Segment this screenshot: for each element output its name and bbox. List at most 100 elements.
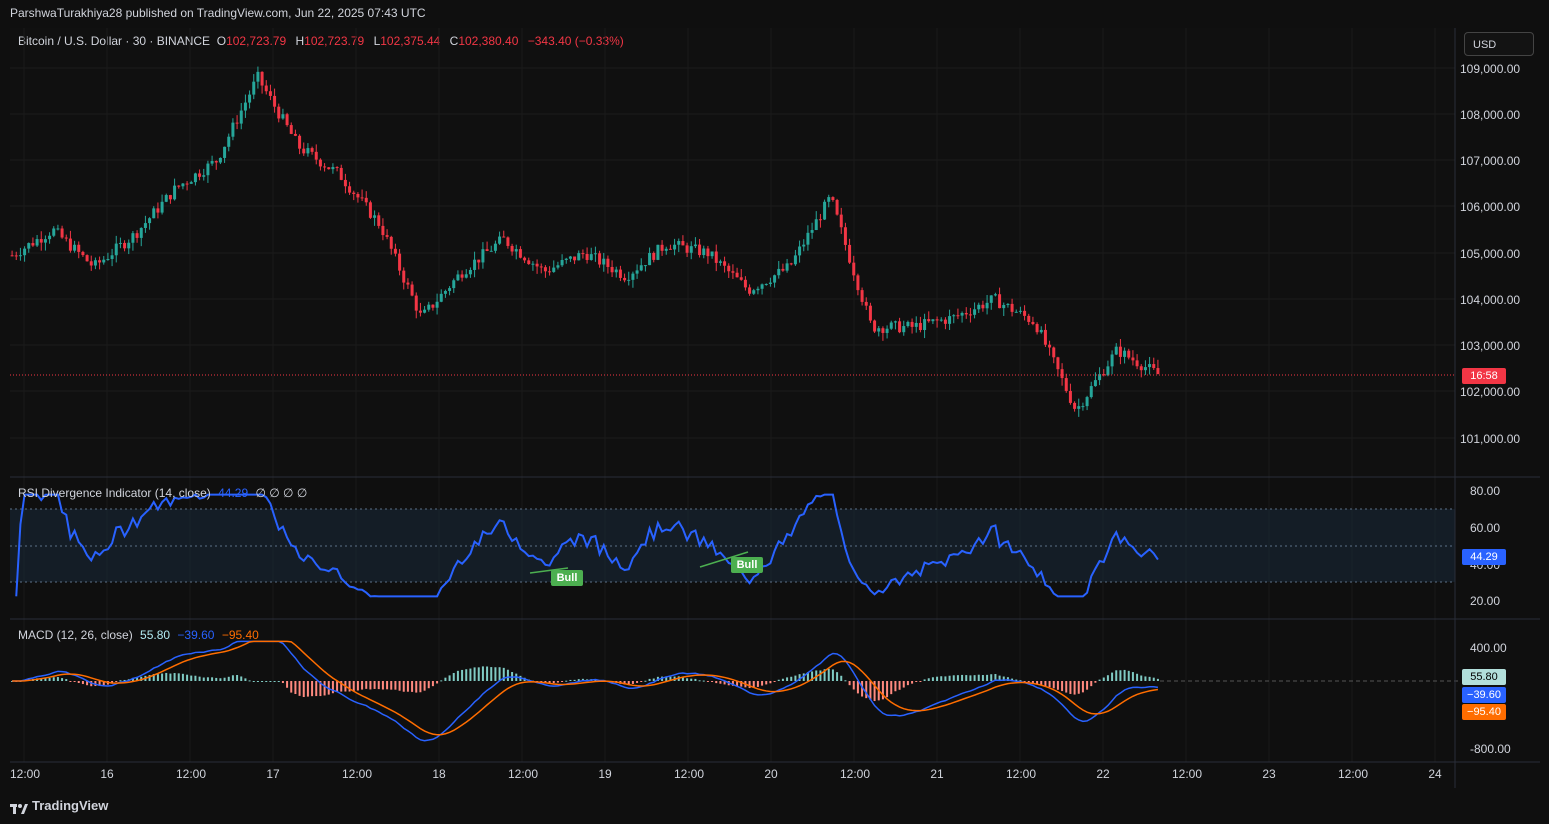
macd-hist-bar	[265, 681, 268, 682]
macd-hist-bar	[331, 681, 334, 694]
candle-body	[1077, 406, 1081, 409]
macd-hist-bar	[919, 681, 922, 682]
candle-body	[339, 167, 343, 180]
rsi-legend[interactable]: RSI Divergence Indicator (14, close) 44.…	[18, 486, 307, 500]
macd-hist-bar	[240, 676, 243, 681]
macd-hist-bar	[1115, 670, 1118, 681]
candle-body	[677, 241, 681, 245]
macd-hist-bar	[161, 673, 164, 681]
candle-body	[431, 304, 435, 308]
macd-hist-bar	[252, 681, 255, 682]
macd-hist-bar	[165, 672, 168, 681]
macd-hist-bar	[698, 680, 701, 682]
candle-body	[264, 85, 268, 92]
candle-body	[560, 259, 564, 266]
price-tick: 106,000.00	[1460, 200, 1521, 214]
candle-body	[173, 185, 177, 200]
rsi-title: RSI Divergence Indicator (14, close)	[18, 486, 211, 500]
candle-body	[568, 256, 572, 259]
rsi-value-tag: 44.29	[1462, 549, 1506, 565]
candle-body	[398, 253, 402, 271]
macd-hist-bar	[52, 677, 55, 681]
chart-canvas[interactable]	[0, 0, 1549, 824]
price-tick: 109,000.00	[1460, 62, 1521, 76]
candle-body	[1027, 315, 1031, 322]
candle-body	[48, 235, 52, 240]
candle-body	[106, 258, 110, 260]
candle-body	[206, 163, 210, 176]
candle-body	[418, 310, 422, 313]
time-tick: 12:00	[840, 767, 871, 781]
price-tick: 107,000.00	[1460, 154, 1521, 168]
candle-body	[393, 248, 397, 254]
bull-label-2: Bull	[731, 557, 763, 573]
macd-hist-bar	[965, 675, 968, 681]
tradingview-footer[interactable]: TradingView	[10, 798, 108, 814]
candle-body	[739, 277, 743, 280]
candle-body	[1048, 344, 1052, 348]
candle-body	[702, 248, 706, 256]
candle-body	[977, 304, 981, 310]
candle-body	[89, 261, 93, 266]
macd-hist-bar	[365, 681, 368, 689]
macd-hist-bar	[1156, 678, 1159, 681]
candle-body	[1089, 386, 1093, 398]
candle-body	[864, 301, 868, 306]
candle-body	[939, 319, 943, 321]
price-tick: 105,000.00	[1460, 247, 1521, 261]
candle-body	[323, 166, 327, 168]
time-tick: 12:00	[674, 767, 705, 781]
candle-body	[681, 241, 685, 246]
macd-hist-bar	[786, 677, 789, 681]
time-tick: 12:00	[176, 767, 207, 781]
signal-tag: −95.40	[1462, 704, 1506, 720]
candle-body	[589, 254, 593, 260]
macd-hist-bar	[56, 677, 59, 681]
candle-body	[31, 243, 35, 246]
time-tick: 18	[432, 767, 446, 781]
candle-body	[706, 248, 710, 257]
macd-hist-bar	[186, 674, 189, 681]
candle-body	[893, 321, 897, 323]
candle-body	[73, 244, 77, 251]
candle-body	[43, 239, 47, 243]
countdown-tag: 16:58	[1462, 368, 1506, 384]
macd-hist-bar	[1069, 681, 1072, 694]
macd-hist-bar	[1040, 681, 1043, 685]
time-tick: 20	[764, 767, 778, 781]
macd-hist-bar	[369, 681, 372, 690]
macd-hist-bar	[456, 670, 459, 681]
candle-body	[635, 270, 639, 274]
candle-body	[168, 195, 172, 200]
time-tick: 16	[100, 767, 114, 781]
macd-hist-bar	[886, 681, 889, 698]
macd-hist-bar	[931, 677, 934, 681]
candle-body	[348, 186, 352, 193]
macd-hist-bar	[48, 677, 51, 681]
rsi-tick: 80.00	[1470, 484, 1501, 498]
candle-body	[102, 259, 106, 263]
candle-body	[1123, 350, 1127, 357]
macd-hist-bar	[402, 681, 405, 692]
candle-body	[277, 106, 281, 119]
macd-hist-bar	[356, 681, 359, 691]
signal-line	[12, 640, 1159, 736]
candle-body	[885, 328, 889, 333]
candle-body	[743, 279, 747, 288]
candle-body	[189, 182, 193, 184]
macd-hist-value: 55.80	[140, 628, 171, 642]
candle-body	[210, 161, 214, 164]
macd-hist-bar	[1061, 681, 1064, 692]
macd-tick: -800.00	[1470, 742, 1511, 756]
macd-value: −39.60	[177, 628, 215, 642]
macd-hist-bar	[923, 679, 926, 681]
candle-body	[298, 135, 302, 149]
macd-hist-bar	[269, 681, 272, 682]
candle-body	[506, 237, 510, 246]
macd-legend[interactable]: MACD (12, 26, close) 55.80 −39.60 −95.40	[18, 628, 259, 642]
candle-body	[756, 288, 760, 291]
macd-hist-bar	[115, 681, 118, 682]
candle-body	[1002, 304, 1006, 309]
candle-body	[77, 244, 81, 252]
candle-body	[477, 259, 481, 263]
